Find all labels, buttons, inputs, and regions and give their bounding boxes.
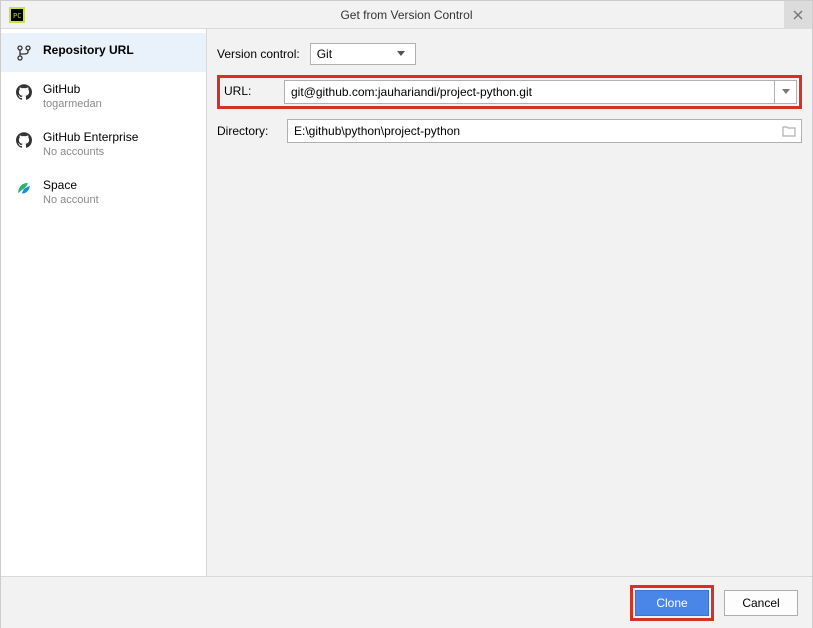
main-panel: Version control: Git URL: git@github.com… <box>207 29 812 576</box>
version-control-label: Version control: <box>217 47 300 61</box>
directory-input[interactable]: E:\github\python\project-python <box>287 119 802 143</box>
sidebar-item-github[interactable]: GitHub togarmedan <box>1 72 206 120</box>
url-row: URL: git@github.com:jauhariandi/project-… <box>217 75 802 109</box>
version-control-dropdown[interactable]: Git <box>310 43 416 65</box>
branch-icon <box>15 44 33 62</box>
github-icon <box>15 131 33 149</box>
directory-value: E:\github\python\project-python <box>294 124 460 138</box>
version-control-value: Git <box>317 47 393 61</box>
sidebar-item-label: GitHub Enterprise <box>43 130 138 144</box>
sidebar-item-github-enterprise[interactable]: GitHub Enterprise No accounts <box>1 120 206 168</box>
directory-row: Directory: E:\github\python\project-pyth… <box>217 119 802 143</box>
dialog-content: Repository URL GitHub togarmedan GitHub … <box>1 29 812 576</box>
folder-icon[interactable] <box>782 125 796 137</box>
cancel-button[interactable]: Cancel <box>724 590 798 616</box>
sidebar-item-sublabel: togarmedan <box>43 98 102 110</box>
sidebar-item-label: Space <box>43 178 99 192</box>
sidebar-item-label: GitHub <box>43 82 102 96</box>
chevron-down-icon <box>782 89 790 95</box>
url-input[interactable]: git@github.com:jauhariandi/project-pytho… <box>284 80 775 104</box>
sidebar-item-repository-url[interactable]: Repository URL <box>1 33 206 72</box>
sidebar: Repository URL GitHub togarmedan GitHub … <box>1 29 207 576</box>
url-value: git@github.com:jauhariandi/project-pytho… <box>291 85 532 99</box>
window-title: Get from Version Control <box>1 8 812 22</box>
close-button[interactable] <box>784 1 812 29</box>
directory-label: Directory: <box>217 124 279 138</box>
svg-text:PC: PC <box>13 12 21 20</box>
sidebar-item-space[interactable]: Space No account <box>1 168 206 216</box>
sidebar-item-sublabel: No account <box>43 194 99 206</box>
url-history-button[interactable] <box>775 80 797 104</box>
url-label: URL: <box>222 80 282 104</box>
footer: Clone Cancel <box>1 576 812 628</box>
sidebar-item-sublabel: No accounts <box>43 146 138 158</box>
titlebar: PC Get from Version Control <box>1 1 812 29</box>
sidebar-item-label: Repository URL <box>43 43 134 57</box>
clone-button[interactable]: Clone <box>635 590 709 616</box>
clone-highlight: Clone <box>630 585 714 621</box>
space-icon <box>15 179 33 197</box>
github-icon <box>15 83 33 101</box>
app-icon: PC <box>9 7 25 23</box>
chevron-down-icon <box>393 51 409 57</box>
version-control-row: Version control: Git <box>217 43 802 65</box>
close-icon <box>793 10 803 20</box>
